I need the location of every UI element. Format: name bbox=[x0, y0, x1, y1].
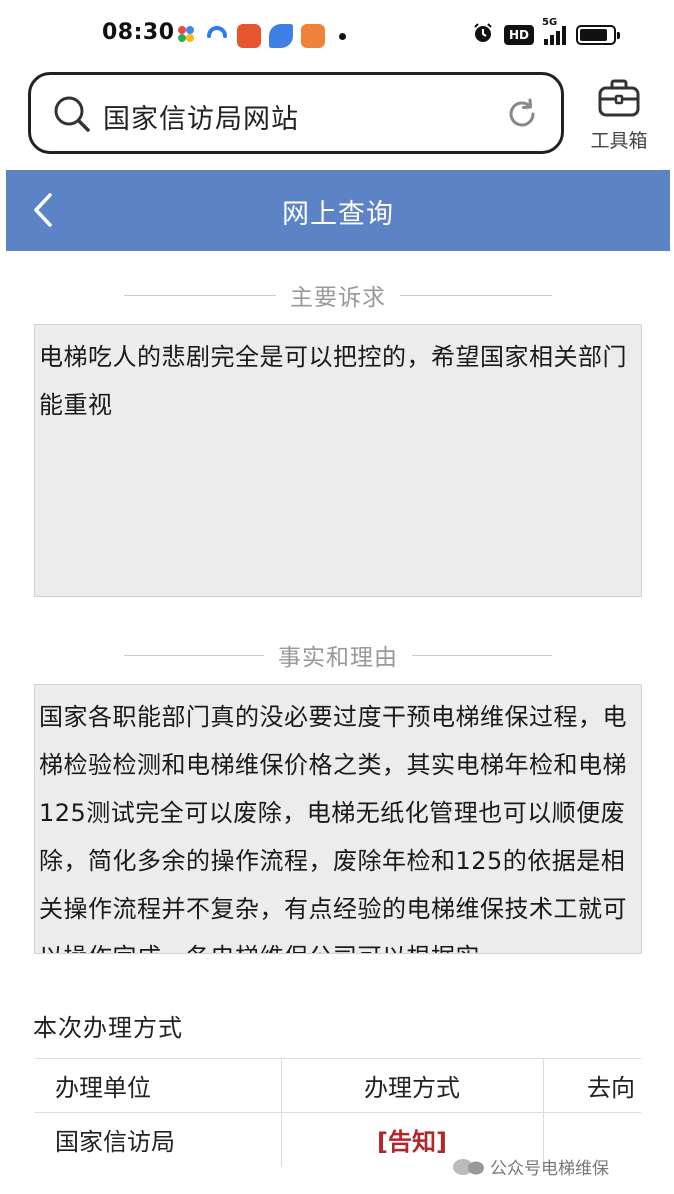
search-icon bbox=[54, 96, 90, 132]
wechat-icon bbox=[453, 1158, 484, 1175]
pinwheel-app-icon bbox=[175, 23, 197, 49]
table-header-row: 办理单位 办理方式 去向 bbox=[35, 1058, 641, 1113]
main-appeal-content: 电梯吃人的悲剧完全是可以把控的，希望国家相关部门能重视 bbox=[39, 343, 627, 419]
handling-table: 办理单位 办理方式 去向 国家信访局 [告知] bbox=[35, 1058, 641, 1167]
status-indicators: HD 5G bbox=[472, 17, 620, 48]
page-title: 网上查询 bbox=[282, 199, 394, 230]
status-time: 08:30 bbox=[102, 20, 175, 45]
toolbox-button[interactable]: 工具箱 bbox=[584, 78, 654, 158]
main-appeal-divider: 主要诉求 bbox=[124, 278, 552, 312]
toolbox-icon bbox=[598, 79, 640, 117]
status-app-icons bbox=[175, 22, 346, 50]
cell-unit: 国家信访局 bbox=[35, 1112, 281, 1167]
refresh-icon[interactable] bbox=[505, 97, 539, 131]
signal-icon: 5G bbox=[542, 17, 566, 45]
alarm-icon bbox=[472, 22, 494, 48]
watermark: 公众号电梯维保 bbox=[452, 1154, 609, 1179]
facts-reasons-textbox[interactable]: 国家各职能部门真的没必要过度干预电梯维保过程，电梯检验检测和电梯维保价格之类，其… bbox=[34, 684, 642, 954]
toolbox-label: 工具箱 bbox=[590, 130, 648, 152]
watermark-text: 公众号电梯维保 bbox=[490, 1159, 609, 1179]
notification-dot-icon bbox=[339, 32, 346, 40]
facts-reasons-divider: 事实和理由 bbox=[124, 638, 552, 672]
column-header-unit: 办理单位 bbox=[35, 1058, 281, 1113]
network-label: 5G bbox=[542, 17, 558, 28]
status-bar: 08:30 HD 5G bbox=[0, 0, 674, 68]
search-input[interactable]: 国家信访局网站 bbox=[103, 97, 299, 136]
notice-link[interactable]: [告知] bbox=[377, 1128, 447, 1156]
main-appeal-textbox: 电梯吃人的悲剧完全是可以把控的，希望国家相关部门能重视 bbox=[34, 324, 642, 597]
column-header-method: 办理方式 bbox=[280, 1058, 543, 1113]
column-header-direction: 去向 bbox=[542, 1058, 641, 1113]
facts-reasons-content: 国家各职能部门真的没必要过度干预电梯维保过程，电梯检验检测和电梯维保价格之类，其… bbox=[39, 703, 627, 953]
bank-app-icon bbox=[237, 24, 261, 48]
handling-title: 本次办理方式 bbox=[33, 1014, 183, 1042]
ring-app-icon bbox=[205, 22, 229, 50]
hd-icon: HD bbox=[503, 25, 534, 45]
search-bar[interactable]: 国家信访局网站 bbox=[28, 72, 564, 154]
battery-icon bbox=[576, 25, 620, 45]
feather-app-icon bbox=[269, 24, 293, 48]
game-app-icon bbox=[301, 24, 325, 48]
page-header: 网上查询 bbox=[6, 170, 670, 251]
